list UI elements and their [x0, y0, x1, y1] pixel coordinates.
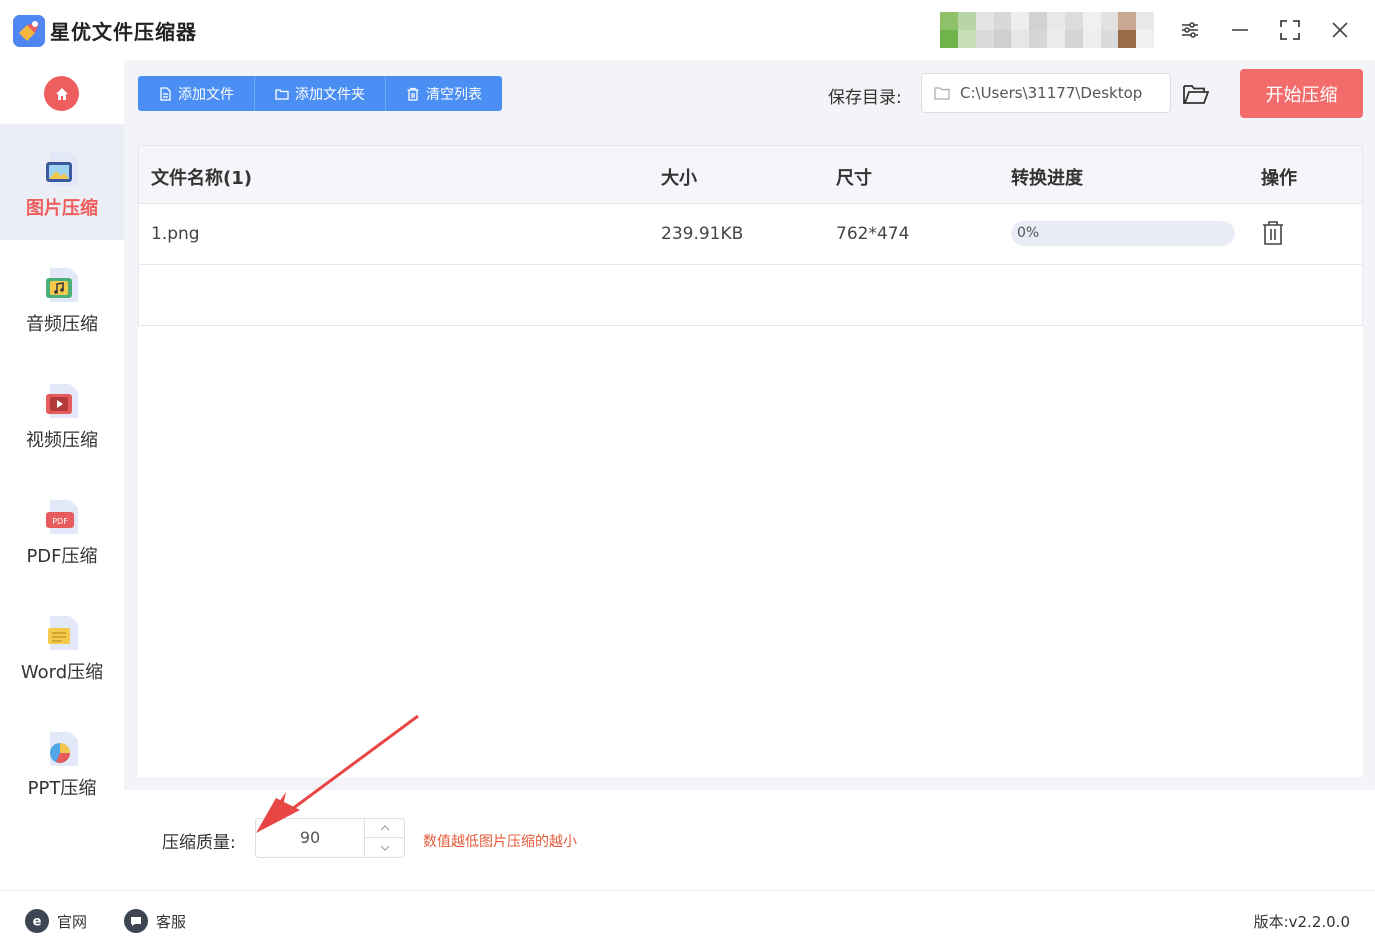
sidebar-item-label: PDF压缩 — [26, 546, 98, 567]
sidebar-item-label: 视频压缩 — [26, 430, 98, 451]
maximize-icon[interactable] — [1275, 15, 1305, 45]
header-size: 大小 — [661, 168, 697, 189]
ppt-file-icon — [50, 732, 78, 766]
settings-icon[interactable] — [1175, 15, 1205, 45]
home-icon — [55, 87, 68, 100]
quality-label: 压缩质量: — [162, 833, 236, 853]
sidebar-item-label: 图片压缩 — [26, 198, 98, 219]
save-directory-input[interactable]: C:\Users\31177\Desktop — [921, 73, 1171, 113]
cell-size: 239.91KB — [661, 224, 744, 244]
save-directory-label: 保存目录: — [828, 88, 902, 108]
progress-bar: 0% — [1011, 221, 1235, 246]
browser-icon: e — [25, 909, 49, 933]
open-folder-icon[interactable] — [1182, 80, 1210, 108]
user-avatar[interactable] — [940, 12, 1154, 48]
title-bar: 星优文件压缩器 — [0, 0, 1375, 60]
sidebar-item-label: PPT压缩 — [27, 778, 97, 799]
pdf-file-icon: PDF — [46, 500, 78, 534]
file-icon — [160, 86, 171, 101]
header-progress: 转换进度 — [1011, 168, 1083, 189]
website-link[interactable]: e 官网 — [25, 909, 87, 933]
clear-list-button[interactable]: 清空列表 — [386, 76, 502, 111]
minimize-icon[interactable] — [1225, 15, 1255, 45]
folder-icon — [934, 87, 950, 100]
progress-text: 0% — [1017, 225, 1040, 241]
image-file-icon — [46, 152, 78, 186]
sidebar-item-ppt[interactable]: PPT压缩 — [0, 704, 124, 820]
clear-list-label: 清空列表 — [426, 86, 482, 103]
sidebar-item-image[interactable]: 图片压缩 — [0, 124, 124, 240]
sidebar-item-label: Word压缩 — [20, 662, 104, 683]
delete-icon[interactable] — [1261, 220, 1285, 246]
folder-icon — [275, 88, 289, 100]
file-table: 文件名称(1) 大小 尺寸 转换进度 操作 1.png 239.91KB 762… — [138, 145, 1363, 777]
header-filename: 文件名称(1) — [151, 168, 252, 189]
svg-text:PDF: PDF — [52, 517, 68, 526]
website-label: 官网 — [57, 912, 88, 931]
version-text: 版本:v2.2.0.0 — [1253, 913, 1350, 931]
app-logo-icon — [13, 15, 45, 47]
support-label: 客服 — [156, 912, 187, 931]
app-title: 星优文件压缩器 — [50, 20, 197, 44]
sidebar-item-word[interactable]: Word压缩 — [0, 588, 124, 704]
sidebar: 图片压缩 音频压缩 视频压缩 PDF PDF压缩 Word压缩 PPT压缩 — [0, 60, 124, 890]
file-button-group: 添加文件 添加文件夹 清空列表 — [138, 76, 502, 111]
trash-icon — [407, 87, 419, 101]
video-file-icon — [46, 384, 78, 418]
close-icon[interactable] — [1325, 15, 1355, 45]
header-actions: 操作 — [1261, 168, 1297, 189]
word-file-icon — [48, 616, 78, 650]
table-row-empty — [138, 265, 1363, 326]
chevron-down-icon — [380, 845, 389, 851]
add-folder-button[interactable]: 添加文件夹 — [255, 76, 386, 111]
home-button[interactable] — [44, 76, 79, 111]
sidebar-item-video[interactable]: 视频压缩 — [0, 356, 124, 472]
chat-icon — [124, 909, 148, 933]
sidebar-item-audio[interactable]: 音频压缩 — [0, 240, 124, 356]
sidebar-item-label: 音频压缩 — [26, 314, 98, 335]
annotation-arrow — [256, 714, 419, 833]
svg-text:e: e — [33, 915, 42, 929]
sidebar-item-pdf[interactable]: PDF PDF压缩 — [0, 472, 124, 588]
footer: e 官网 客服 版本:v2.2.0.0 — [0, 890, 1375, 950]
table-header: 文件名称(1) 大小 尺寸 转换进度 操作 — [138, 145, 1363, 204]
save-directory-value: C:\Users\31177\Desktop — [960, 84, 1143, 102]
quality-hint: 数值越低图片压缩的越小 — [423, 834, 577, 850]
add-file-label: 添加文件 — [178, 86, 234, 103]
table-row[interactable]: 1.png 239.91KB 762*474 0% — [138, 204, 1363, 265]
support-link[interactable]: 客服 — [124, 909, 186, 933]
decrement-button[interactable] — [365, 838, 404, 857]
add-file-button[interactable]: 添加文件 — [138, 76, 255, 111]
add-folder-label: 添加文件夹 — [295, 86, 365, 103]
header-dimensions: 尺寸 — [836, 168, 872, 189]
audio-file-icon — [46, 268, 78, 302]
start-compress-button[interactable]: 开始压缩 — [1240, 69, 1363, 118]
cell-filename: 1.png — [151, 224, 200, 244]
cell-dimensions: 762*474 — [836, 224, 910, 244]
